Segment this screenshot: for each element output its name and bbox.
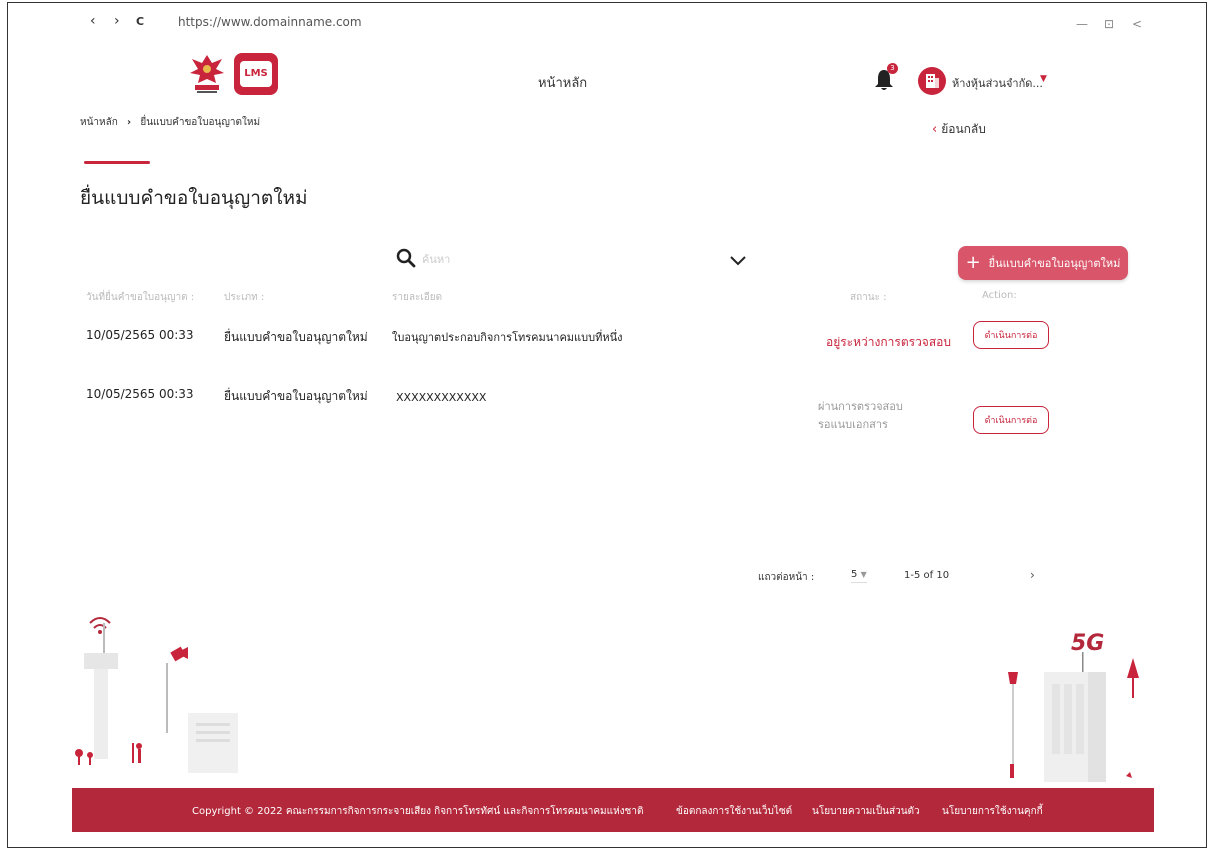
search-input[interactable] <box>422 249 722 269</box>
plus-icon: + <box>965 252 981 273</box>
new-application-label: ยื่นแบบคำขอใบอนุญาตใหม่ <box>988 257 1121 270</box>
new-application-button[interactable]: + ยื่นแบบคำขอใบอนุญาตใหม่ <box>958 246 1128 280</box>
status-line-1: ผ่านการตรวจสอบ <box>818 400 903 413</box>
row-detail: ใบอนุญาตประกอบกิจการโทรคมนาคมแบบที่หนึ่ง <box>392 331 623 344</box>
next-page-button[interactable]: › <box>1030 568 1035 582</box>
chevron-left-icon: ‹ <box>932 122 938 137</box>
building-icon <box>926 74 939 88</box>
wifi-signal-icon <box>89 617 111 634</box>
row-date: 10/05/2565 00:33 <box>86 328 194 342</box>
close-icon[interactable]: < <box>1132 17 1142 31</box>
title-accent-bar <box>84 161 150 164</box>
company-name[interactable]: ห้างหุ้นส่วนจำกัด... <box>952 74 1043 92</box>
row-date: 10/05/2565 00:33 <box>86 387 194 401</box>
header-status: สถานะ : <box>850 292 887 303</box>
rows-per-page-label: แถวต่อหน้า : <box>758 572 815 583</box>
search-icon[interactable] <box>396 248 416 268</box>
breadcrumb-current: ยื่นแบบคำขอใบอนุญาตใหม่ <box>140 117 261 128</box>
footer-privacy-link[interactable]: นโยบายความเป็นส่วนตัว <box>812 804 920 819</box>
notification-badge: 3 <box>887 63 898 74</box>
header-date: วันที่ยื่นคำขอใบอนุญาต : <box>86 292 195 303</box>
forward-nav-icon[interactable]: › <box>114 13 120 29</box>
reload-icon[interactable]: C <box>136 15 144 28</box>
continue-button[interactable]: ดำเนินการต่อ <box>973 406 1049 434</box>
chevron-down-icon[interactable] <box>728 253 748 267</box>
status-line-2: รอแนบเอกสาร <box>818 418 888 431</box>
address-bar[interactable]: https://www.domainname.com <box>178 15 362 29</box>
browser-toolbar: ‹ › C https://www.domainname.com — ⊡ < <box>8 3 1206 43</box>
page-title: ยื่นแบบคำขอใบอนุญาตใหม่ <box>80 187 308 209</box>
garuda-logo[interactable] <box>186 51 228 95</box>
minimize-icon[interactable]: — <box>1076 17 1088 31</box>
back-nav-icon[interactable]: ‹ <box>90 13 96 29</box>
status-badge: ผ่านการตรวจสอบ รอแนบเอกสาร <box>818 398 903 434</box>
back-button[interactable]: ‹ ย้อนกลับ <box>932 120 986 139</box>
header-detail: รายละเอียด <box>392 292 443 303</box>
footer: Copyright © 2022 คณะกรรมการกิจการกระจายเ… <box>72 788 1154 832</box>
pagination-range: 1-5 of 10 <box>904 570 950 581</box>
browser-window: ‹ › C https://www.domainname.com — ⊡ < L… <box>7 2 1207 848</box>
continue-button[interactable]: ดำเนินการต่อ <box>973 321 1049 349</box>
status-badge: อยู่ระหว่างการตรวจสอบ <box>826 335 951 349</box>
back-label: ย้อนกลับ <box>941 122 986 136</box>
caret-down-icon[interactable]: ▼ <box>1040 74 1047 84</box>
5g-building-illustration: 5G <box>1008 631 1139 782</box>
breadcrumb: หน้าหลัก › ยื่นแบบคำขอใบอนุญาตใหม่ <box>80 115 260 130</box>
lms-logo[interactable]: LMS <box>234 53 278 95</box>
row-detail: XXXXXXXXXXXX <box>396 391 487 404</box>
restore-icon[interactable]: ⊡ <box>1104 17 1114 31</box>
rows-per-page-value: 5 <box>851 569 858 580</box>
footer-cookie-link[interactable]: นโยบายการใช้งานคุกกี้ <box>942 804 1043 819</box>
caret-down-icon: ▼ <box>860 570 867 579</box>
breadcrumb-separator-icon: › <box>127 117 132 128</box>
company-avatar[interactable] <box>918 67 946 95</box>
row-type: ยื่นแบบคำขอใบอนุญาตใหม่ <box>224 330 368 344</box>
lms-logo-mark: LMS <box>240 61 272 87</box>
footer-copyright: Copyright © 2022 คณะกรรมการกิจการกระจายเ… <box>192 806 644 817</box>
footer-terms-link[interactable]: ข้อตกลงการใช้งานเว็บไซต์ <box>676 804 792 819</box>
rows-per-page-select[interactable]: 5 ▼ <box>851 569 867 583</box>
header-action: Action: <box>982 290 1017 301</box>
row-type: ยื่นแบบคำขอใบอนุญาตใหม่ <box>224 389 368 403</box>
header-home-link[interactable]: หน้าหลัก <box>538 72 587 93</box>
5g-label: 5G <box>1071 631 1104 656</box>
telecom-tower-illustration <box>75 617 238 773</box>
header-type: ประเภท : <box>224 292 265 303</box>
breadcrumb-home[interactable]: หน้าหลัก <box>80 117 118 128</box>
